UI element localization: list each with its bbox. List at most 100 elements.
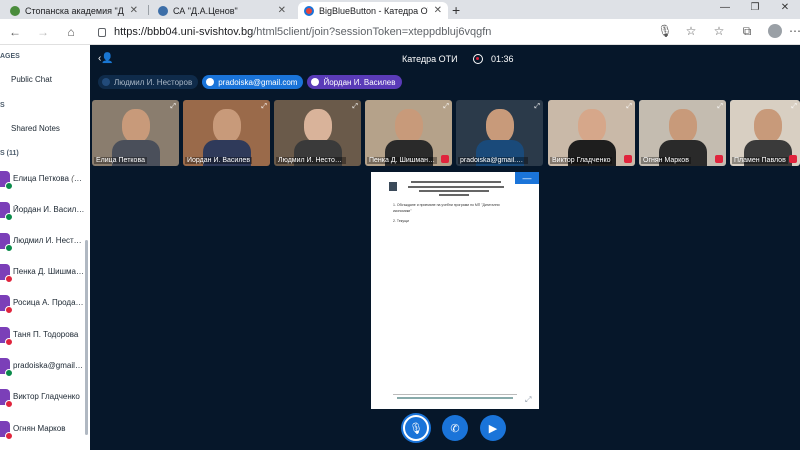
favorites-list-icon[interactable]: ☆ xyxy=(710,24,728,38)
video-tile[interactable]: ⤢ Людмил И. Несторов xyxy=(274,100,361,166)
video-tile[interactable]: ⤢ Пенка Д. Шишманова xyxy=(365,100,452,166)
user-name-text: Елица Петкова xyxy=(13,174,69,183)
user-list-toggle-icon[interactable]: ‹👤 xyxy=(98,53,114,64)
new-tab-icon[interactable]: + xyxy=(452,2,460,18)
url-host: https://bbb04.uni-svishtov.bg xyxy=(114,26,254,38)
browser-nav-bar: ← → ⌂ https://bbb04.uni-svishtov.bg /htm… xyxy=(0,19,800,45)
user-list-item[interactable]: Людмил И. Несторов xyxy=(0,231,90,253)
recording-icon[interactable] xyxy=(473,54,483,64)
video-name-label: Елица Петкова xyxy=(94,157,147,164)
expand-icon[interactable]: ⤢ xyxy=(170,103,176,111)
home-icon[interactable]: ⌂ xyxy=(62,24,80,40)
expand-icon[interactable]: ⤢ xyxy=(443,103,449,111)
menu-icon[interactable]: ⋯ xyxy=(786,24,800,38)
microphone-icon xyxy=(311,78,320,86)
microphone-icon: 🎙 xyxy=(409,422,423,435)
avatar xyxy=(0,264,13,283)
expand-icon[interactable]: ⤢ xyxy=(261,103,267,111)
user-list-item[interactable]: Пенка Д. Шишманова xyxy=(0,262,90,284)
close-icon[interactable]: ✕ xyxy=(434,5,442,16)
lock-icon xyxy=(98,27,106,37)
user-list-item[interactable]: Йордан И. Василев xyxy=(0,200,90,222)
talker-pill[interactable]: pradoiska@gmail.com xyxy=(202,75,304,89)
forward-icon[interactable]: → xyxy=(34,24,52,40)
participant-video xyxy=(754,109,782,143)
sidebar-scrollbar[interactable] xyxy=(85,240,88,435)
user-name: Елица Петкова (You) xyxy=(13,174,85,183)
leave-audio-button[interactable]: ✆ xyxy=(442,415,468,441)
share-webcam-button[interactable]: ▶ xyxy=(480,415,506,441)
user-list-item[interactable]: Елица Петкова (You) xyxy=(0,169,90,191)
microphone-muted-icon xyxy=(441,155,449,163)
expand-icon[interactable]: ⤢ xyxy=(791,103,797,111)
address-bar[interactable]: https://bbb04.uni-svishtov.bg /html5clie… xyxy=(98,22,644,42)
fullscreen-icon[interactable]: ⤢ xyxy=(525,395,531,405)
expand-icon[interactable]: ⤢ xyxy=(626,103,632,111)
user-list-item[interactable]: Таня П. Тодорова xyxy=(0,325,90,347)
video-name-label: Йордан И. Василев xyxy=(185,157,253,164)
mute-button[interactable]: 🎙 xyxy=(403,415,429,441)
microphone-muted-icon xyxy=(5,306,13,314)
avatar xyxy=(0,295,13,314)
browser-tab-bar: Стопанска академия "Димитър ✕ СА "Д.А.Це… xyxy=(0,0,800,19)
site-favicon-icon xyxy=(304,5,314,16)
you-label: (You) xyxy=(71,174,85,183)
microphone-muted-icon xyxy=(5,338,13,346)
microphone-muted-icon xyxy=(5,400,13,408)
back-icon[interactable]: ← xyxy=(6,24,24,40)
video-tile[interactable]: ⤢ pradoiska@gmail.com xyxy=(456,100,543,166)
video-tile[interactable]: ⤢ Елица Петкова xyxy=(92,100,179,166)
video-name-label: pradoiska@gmail.com xyxy=(458,157,528,164)
agenda-item: 1. Обсъждане и приемане на учебни програ… xyxy=(393,203,500,213)
microphone-icon xyxy=(5,369,13,377)
user-list-item[interactable]: Росица А. Проданова xyxy=(0,293,90,315)
browser-tab[interactable]: СА "Д.А.Ценов" ✕ xyxy=(152,2,292,19)
users-header: S (11) xyxy=(0,150,19,157)
talking-indicator: Людмил И. Несторов pradoiska@gmail.com Й… xyxy=(98,75,402,89)
talker-pill[interactable]: Людмил И. Несторов xyxy=(98,75,199,89)
browser-tab-active[interactable]: BigBlueButton - Катедра ОТ ✕ xyxy=(298,2,448,19)
microphone-icon[interactable]: 🎙 xyxy=(656,24,674,38)
presentation-slide[interactable]: 1. Обсъждане и приемане на учебни програ… xyxy=(371,172,539,409)
participant-video xyxy=(578,109,606,143)
close-icon[interactable]: ✕ xyxy=(278,5,286,16)
video-tile[interactable]: ⤢ Огнян Марков xyxy=(639,100,726,166)
public-chat-item[interactable]: Public Chat xyxy=(11,75,90,84)
video-tile[interactable]: ⤢ Йордан И. Василев xyxy=(183,100,270,166)
minimize-presentation-icon[interactable]: — xyxy=(515,172,539,184)
minimize-icon[interactable]: — xyxy=(710,2,740,13)
browser-tab[interactable]: Стопанска академия "Димитър ✕ xyxy=(4,2,144,19)
participant-video xyxy=(213,109,241,143)
microphone-muted-icon xyxy=(5,275,13,283)
window-close-icon[interactable]: ✕ xyxy=(770,2,800,13)
user-name: Таня П. Тодорова xyxy=(13,330,79,339)
close-icon[interactable]: ✕ xyxy=(130,5,138,16)
avatar xyxy=(0,358,13,377)
collections-icon[interactable]: ⧉ xyxy=(738,24,756,39)
avatar xyxy=(0,171,13,190)
agenda-item: 2. Текущи xyxy=(393,219,409,223)
shared-notes-item[interactable]: Shared Notes xyxy=(11,124,90,133)
recording-timer: 01:36 xyxy=(491,54,514,64)
url-path: /html5client/join?sessionToken=xteppdblu… xyxy=(253,26,492,38)
expand-icon[interactable]: ⤢ xyxy=(534,103,540,111)
participant-video xyxy=(395,109,423,143)
user-list-item[interactable]: Виктор Гладченко xyxy=(0,387,90,409)
video-tile[interactable]: ⤢ Виктор Гладченко xyxy=(548,100,635,166)
user-list-item[interactable]: pradoiska@gmail.com xyxy=(0,356,90,378)
participant-video xyxy=(304,109,332,143)
expand-icon[interactable]: ⤢ xyxy=(352,103,358,111)
microphone-icon xyxy=(102,78,110,86)
video-name-label: Огнян Марков xyxy=(641,157,691,164)
user-name: pradoiska@gmail.com xyxy=(13,361,85,370)
avatar xyxy=(0,389,13,408)
participant-video xyxy=(122,109,150,143)
restore-icon[interactable]: ❐ xyxy=(740,2,770,13)
expand-icon[interactable]: ⤢ xyxy=(717,103,723,111)
talker-pill[interactable]: Йордан И. Василев xyxy=(307,75,402,89)
video-tile[interactable]: ⤢ Пламен Павлов xyxy=(730,100,800,166)
user-list-item[interactable]: Огнян Марков xyxy=(0,419,90,441)
profile-avatar[interactable] xyxy=(768,24,782,38)
favorite-icon[interactable]: ☆ xyxy=(682,24,700,38)
phone-icon: ✆ xyxy=(450,422,460,435)
